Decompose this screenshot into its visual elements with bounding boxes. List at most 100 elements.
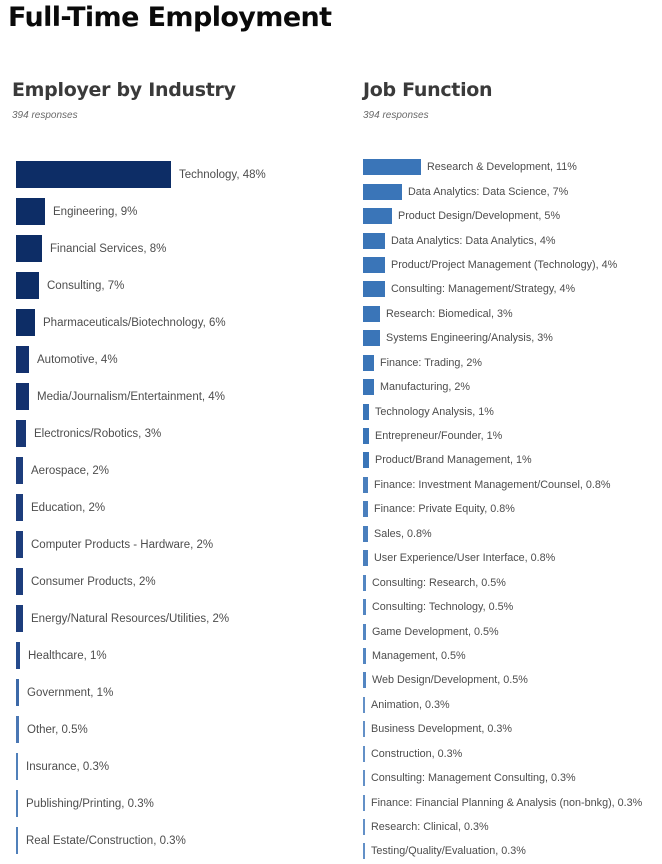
bar-rect <box>363 550 368 567</box>
bar-row: Game Development, 0.5% <box>350 619 662 643</box>
bar-rect <box>16 309 35 336</box>
bar-row: Engineering, 9% <box>0 193 350 230</box>
bar-rect <box>16 235 42 262</box>
bar-row: Other, 0.5% <box>0 711 350 748</box>
bar-rect <box>16 346 29 373</box>
bar-label: Game Development, 0.5% <box>372 625 499 638</box>
bar-row: Financial Services, 8% <box>0 230 350 267</box>
bar-rect <box>363 476 368 493</box>
bar-row: Real Estate/Construction, 0.3% <box>0 822 350 859</box>
bar-row: Healthcare, 1% <box>0 637 350 674</box>
bar-row: Government, 1% <box>0 674 350 711</box>
bar-rect <box>363 574 366 591</box>
bar-row: Automotive, 4% <box>0 341 350 378</box>
bar-row: Energy/Natural Resources/Utilities, 2% <box>0 600 350 637</box>
bar-label: Consumer Products, 2% <box>31 575 156 588</box>
bar-rect <box>16 420 26 447</box>
bar-row: Consulting: Management/Strategy, 4% <box>350 277 662 301</box>
bar-row: Aerospace, 2% <box>0 452 350 489</box>
bar-rect <box>363 232 385 249</box>
bar-label: Technology, 48% <box>179 168 266 181</box>
bar-row: Pharmaceuticals/Biotechnology, 6% <box>0 304 350 341</box>
bar-rect <box>16 494 23 521</box>
charts-container: Employer by Industry 394 responses Techn… <box>0 0 662 860</box>
bar-label: Energy/Natural Resources/Utilities, 2% <box>31 612 230 625</box>
bar-rect <box>363 305 380 322</box>
bar-row: Web Design/Development, 0.5% <box>350 668 662 692</box>
bar-label: Financial Services, 8% <box>50 242 167 255</box>
bar-rect <box>16 790 18 817</box>
bar-row: Testing/Quality/Evaluation, 0.3% <box>350 839 662 863</box>
bar-label: Data Analytics: Data Analytics, 4% <box>391 234 556 247</box>
bar-rect <box>16 531 23 558</box>
bar-row: Education, 2% <box>0 489 350 526</box>
bar-rect <box>363 281 385 298</box>
bar-row: Consulting: Management Consulting, 0.3% <box>350 766 662 790</box>
bar-label: Systems Engineering/Analysis, 3% <box>386 332 553 345</box>
bar-row: Systems Engineering/Analysis, 3% <box>350 326 662 350</box>
bar-rect <box>16 161 171 188</box>
bar-row: Technology Analysis, 1% <box>350 399 662 423</box>
bar-rect <box>16 605 23 632</box>
bar-label: Research: Clinical, 0.3% <box>371 821 489 834</box>
bar-row: Data Analytics: Data Analytics, 4% <box>350 228 662 252</box>
bar-rect <box>363 379 374 396</box>
bar-row: Finance: Private Equity, 0.8% <box>350 497 662 521</box>
bar-row: Consumer Products, 2% <box>0 563 350 600</box>
bar-row: Publishing/Printing, 0.3% <box>0 785 350 822</box>
bar-rect <box>363 403 369 420</box>
bar-rect <box>363 599 366 616</box>
bar-label: Media/Journalism/Entertainment, 4% <box>37 390 225 403</box>
bar-rect <box>363 208 392 225</box>
bar-label: Management, 0.5% <box>372 649 466 662</box>
chart-subtitle-employer-by-industry: 394 responses <box>12 110 78 121</box>
bars-employer-by-industry: Technology, 48% Engineering, 9% Financial … <box>0 156 350 859</box>
bar-label: Healthcare, 1% <box>28 649 107 662</box>
bar-rect <box>363 721 365 738</box>
bar-label: Education, 2% <box>31 501 106 514</box>
bar-row: Management, 0.5% <box>350 644 662 668</box>
bar-label: Finance: Private Equity, 0.8% <box>374 503 515 516</box>
bar-label: Finance: Financial Planning & Analysis (… <box>371 796 643 809</box>
bar-row: Computer Products - Hardware, 2% <box>0 526 350 563</box>
bar-label: Consulting: Technology, 0.5% <box>372 601 514 614</box>
bar-label: Consulting: Research, 0.5% <box>372 576 506 589</box>
bar-label: Electronics/Robotics, 3% <box>34 427 162 440</box>
bar-label: Computer Products - Hardware, 2% <box>31 538 214 551</box>
bar-label: Product/Brand Management, 1% <box>375 454 532 467</box>
bar-label: Real Estate/Construction, 0.3% <box>26 834 186 847</box>
chart-title-employer-by-industry: Employer by Industry <box>12 79 236 101</box>
bar-label: Research: Biomedical, 3% <box>386 307 513 320</box>
bar-rect <box>16 272 39 299</box>
bar-rect <box>16 827 18 854</box>
bar-row: Product/Brand Management, 1% <box>350 448 662 472</box>
bar-label: Finance: Investment Management/Counsel, … <box>374 478 611 491</box>
bar-rect <box>363 647 366 664</box>
bar-row: Research: Clinical, 0.3% <box>350 815 662 839</box>
bar-rect <box>363 770 365 787</box>
bar-rect <box>363 354 374 371</box>
bar-label: User Experience/User Interface, 0.8% <box>374 552 556 565</box>
bar-label: Consulting, 7% <box>47 279 125 292</box>
bar-rect <box>363 452 369 469</box>
bar-row: Finance: Investment Management/Counsel, … <box>350 473 662 497</box>
bar-row: Consulting: Research, 0.5% <box>350 570 662 594</box>
bar-row: Technology, 48% <box>0 156 350 193</box>
bar-rect <box>16 198 45 225</box>
bar-rect <box>363 794 365 811</box>
bar-row: Manufacturing, 2% <box>350 375 662 399</box>
bar-label: Consulting: Management Consulting, 0.3% <box>371 772 576 785</box>
bar-label: Government, 1% <box>27 686 114 699</box>
bar-label: Automotive, 4% <box>37 353 118 366</box>
bar-row: Entrepreneur/Founder, 1% <box>350 424 662 448</box>
bar-rect <box>363 745 365 762</box>
bar-label: Web Design/Development, 0.5% <box>372 674 528 687</box>
bar-row: Animation, 0.3% <box>350 693 662 717</box>
bar-rect <box>363 256 385 273</box>
bar-rect <box>363 525 368 542</box>
bar-label: Data Analytics: Data Science, 7% <box>408 185 569 198</box>
bar-rect <box>363 623 366 640</box>
bar-rect <box>363 696 365 713</box>
bar-rect <box>16 642 20 669</box>
bar-rect <box>16 383 29 410</box>
